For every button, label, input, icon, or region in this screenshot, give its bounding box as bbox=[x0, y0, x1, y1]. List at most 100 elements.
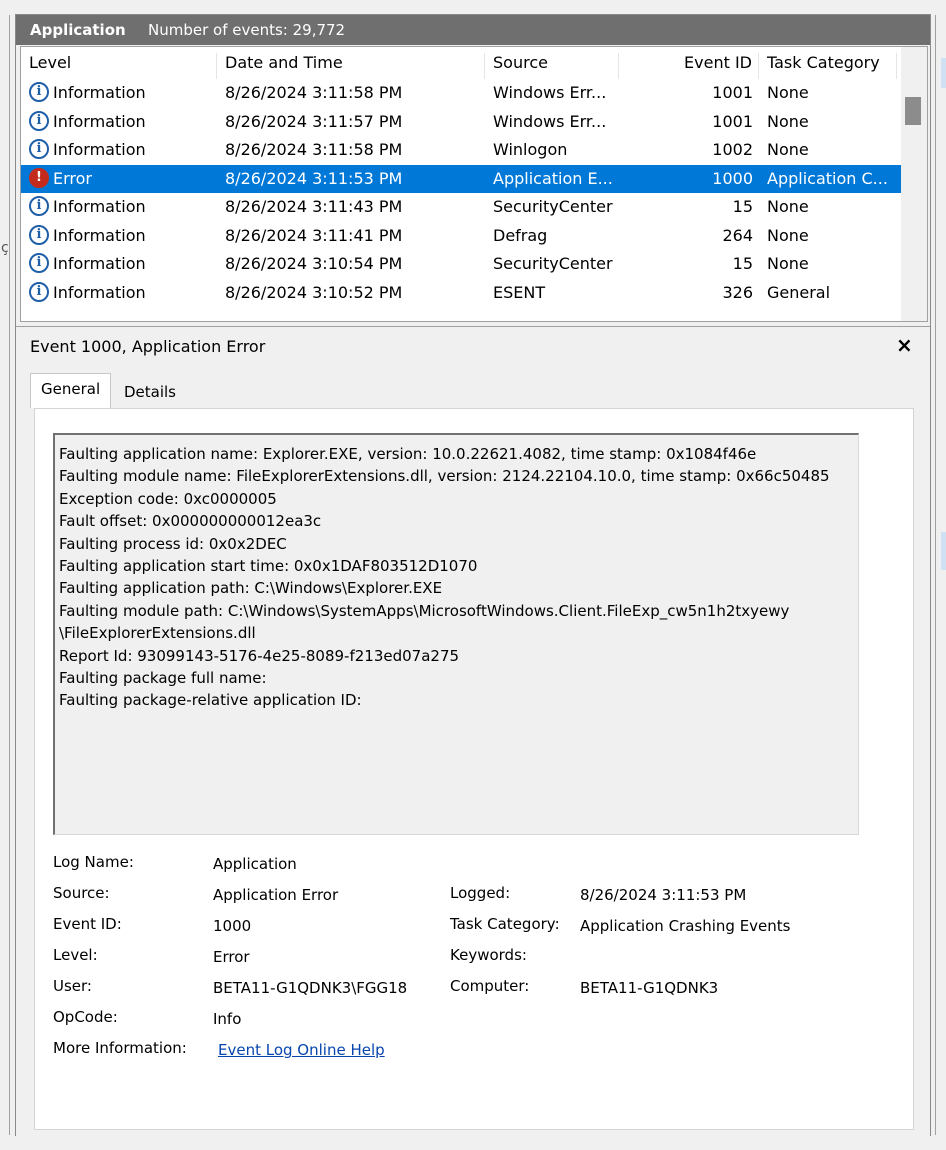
description-line: Faulting package full name: bbox=[59, 669, 267, 688]
event-list[interactable]: Level Date and Time Source Event ID Task… bbox=[20, 46, 928, 322]
log-name-value: Application bbox=[213, 855, 297, 873]
event-row[interactable]: i Information 8/26/2024 3:10:52 PM ESENT 326… bbox=[21, 279, 901, 307]
right-divider bbox=[935, 15, 936, 1135]
event-row[interactable]: i Information 8/26/2024 3:11:41 PM Defrag 26… bbox=[21, 222, 901, 250]
info-icon: i bbox=[29, 110, 49, 131]
event-viewer-panel: Application Number of events: 29,772 Lev… bbox=[15, 14, 931, 1136]
event-source: SecurityCenter bbox=[493, 254, 613, 273]
event-source: Application E... bbox=[493, 168, 613, 188]
logged-label: Logged: bbox=[450, 884, 511, 902]
event-id: 326 bbox=[722, 282, 753, 302]
event-row[interactable]: i Information 8/26/2024 3:11:43 PM Security… bbox=[21, 193, 901, 221]
log-header-bar: Application Number of events: 29,772 bbox=[16, 15, 930, 45]
info-icon: i bbox=[29, 139, 49, 159]
event-list-scrollbar[interactable] bbox=[901, 47, 927, 321]
event-source: Defrag bbox=[493, 225, 548, 245]
event-level: Information bbox=[53, 225, 146, 245]
event-description-box[interactable]: Faulting application name: Explorer.EXE,… bbox=[53, 433, 859, 835]
computer-value: BETA11-G1QDNK3 bbox=[580, 979, 719, 997]
left-window-edge: ç bbox=[0, 0, 13, 1150]
description-line: Faulting module name: FileExplorerExtens… bbox=[59, 467, 830, 486]
user-label: User: bbox=[53, 977, 92, 995]
event-task-category: None bbox=[767, 83, 809, 102]
column-header-task-category[interactable]: Task Category bbox=[759, 53, 897, 79]
log-name-title: Application bbox=[30, 21, 126, 39]
event-date-time: 8/26/2024 3:10:54 PM bbox=[225, 254, 403, 273]
event-details-title: Event 1000, Application Error bbox=[30, 337, 266, 356]
description-line: Faulting application path: C:\Windows\Ex… bbox=[59, 579, 443, 598]
info-icon: i bbox=[29, 281, 49, 302]
event-row[interactable]: i Information 8/26/2024 3:11:58 PM Winlogon… bbox=[21, 136, 901, 164]
tab-general[interactable]: General bbox=[30, 373, 112, 408]
event-date-time: 8/26/2024 3:11:43 PM bbox=[225, 197, 403, 216]
event-source: Windows Err... bbox=[493, 83, 607, 102]
event-task-category: None bbox=[767, 111, 809, 131]
right-pane-highlight bbox=[941, 532, 946, 570]
event-id: 1000 bbox=[712, 168, 753, 188]
close-icon[interactable]: × bbox=[896, 333, 913, 357]
description-line: Faulting process id: 0x0x2DEC bbox=[59, 534, 287, 553]
source-value: Application Error bbox=[213, 886, 339, 904]
event-id-value: 1000 bbox=[213, 917, 252, 935]
error-icon: ! bbox=[29, 167, 49, 188]
event-id: 15 bbox=[732, 197, 753, 216]
event-source: ESENT bbox=[493, 282, 546, 302]
event-log-online-help-link[interactable]: Event Log Online Help bbox=[218, 1041, 385, 1059]
column-headers: Level Date and Time Source Event ID Task… bbox=[21, 47, 901, 79]
description-line: Faulting application start time: 0x0x1DA… bbox=[59, 557, 478, 576]
left-divider bbox=[9, 15, 10, 1135]
right-window-edge bbox=[931, 0, 946, 1150]
column-header-source[interactable]: Source bbox=[485, 53, 619, 79]
event-date-time: 8/26/2024 3:10:52 PM bbox=[225, 282, 403, 302]
column-header-level[interactable]: Level bbox=[21, 53, 217, 79]
column-header-event-id[interactable]: Event ID bbox=[619, 53, 759, 79]
event-task-category: None bbox=[767, 140, 809, 159]
event-level: Information bbox=[53, 111, 146, 131]
event-task-category: General bbox=[767, 282, 831, 302]
column-header-date-time[interactable]: Date and Time bbox=[217, 53, 485, 79]
event-level: Information bbox=[53, 282, 146, 302]
task-category-value: Application Crashing Events bbox=[580, 917, 791, 935]
event-count: Number of events: 29,772 bbox=[148, 21, 346, 39]
description-line: Report Id: 93099143-5176-4e25-8089-f213e… bbox=[59, 646, 460, 665]
description-line: Fault offset: 0x000000000012ea3c bbox=[59, 512, 322, 531]
event-task-category: Application C... bbox=[767, 168, 888, 188]
more-information-label: More Information: bbox=[53, 1039, 187, 1057]
event-details-pane: Event 1000, Application Error × General … bbox=[16, 326, 930, 1136]
event-date-time: 8/26/2024 3:11:58 PM bbox=[225, 140, 403, 159]
event-id: 15 bbox=[732, 254, 753, 273]
event-row[interactable]: i Information 8/26/2024 3:10:54 PM Security… bbox=[21, 250, 901, 278]
event-level: Information bbox=[53, 83, 146, 102]
general-tab-body: Faulting application name: Explorer.EXE,… bbox=[34, 408, 914, 1130]
opcode-value: Info bbox=[213, 1010, 242, 1028]
event-row[interactable]: i Information 8/26/2024 3:11:58 PM Windows … bbox=[21, 79, 901, 107]
event-row[interactable]: i Information 8/26/2024 3:11:57 PM Windows … bbox=[21, 108, 901, 136]
tab-details[interactable]: Details bbox=[114, 377, 186, 407]
event-id: 264 bbox=[722, 225, 753, 245]
scrollbar-thumb[interactable] bbox=[905, 97, 921, 125]
event-date-time: 8/26/2024 3:11:41 PM bbox=[225, 225, 403, 245]
event-row[interactable]: ! Error 8/26/2024 3:11:53 PM Application E.… bbox=[21, 164, 901, 193]
level-value: Error bbox=[213, 948, 250, 966]
event-id: 1002 bbox=[712, 140, 753, 159]
description-line: \FileExplorerExtensions.dll bbox=[59, 624, 256, 643]
info-icon: i bbox=[29, 82, 49, 102]
event-date-time: 8/26/2024 3:11:58 PM bbox=[225, 83, 403, 102]
event-task-category: None bbox=[767, 225, 809, 245]
opcode-label: OpCode: bbox=[53, 1008, 118, 1026]
description-line: Faulting package-relative application ID… bbox=[59, 691, 362, 710]
user-value: BETA11-G1QDNK3\FGG18 bbox=[213, 979, 408, 997]
event-source: Winlogon bbox=[493, 140, 568, 159]
event-task-category: None bbox=[767, 254, 809, 273]
event-date-time: 8/26/2024 3:11:57 PM bbox=[225, 111, 403, 131]
log-name-label: Log Name: bbox=[53, 853, 134, 871]
info-icon: i bbox=[29, 253, 49, 273]
keywords-label: Keywords: bbox=[450, 946, 527, 964]
logged-value: 8/26/2024 3:11:53 PM bbox=[580, 886, 747, 904]
event-task-category: None bbox=[767, 197, 809, 216]
info-icon: i bbox=[29, 196, 49, 216]
source-label: Source: bbox=[53, 884, 110, 902]
description-line: Faulting module path: C:\Windows\SystemA… bbox=[59, 601, 790, 620]
event-id: 1001 bbox=[712, 111, 753, 131]
computer-label: Computer: bbox=[450, 977, 530, 995]
